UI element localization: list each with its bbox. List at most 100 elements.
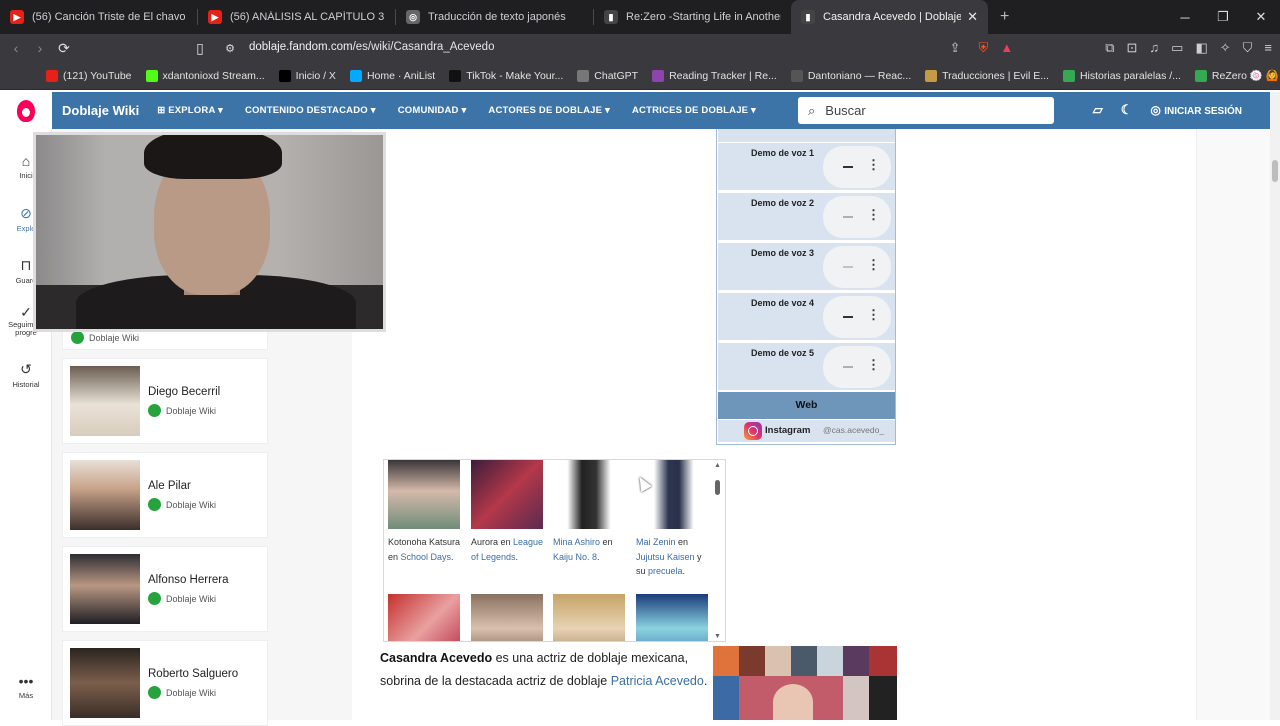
bookmark-item[interactable]: TikTok - Make Your... <box>449 69 563 82</box>
more-bookmarks-icon[interactable]: » <box>1249 68 1256 82</box>
gallery-image[interactable] <box>388 460 460 529</box>
forward-icon[interactable]: › <box>28 40 52 56</box>
recommendation-card[interactable]: Diego Becerril Doblaje Wiki <box>62 358 268 444</box>
nav-contenido-destacado[interactable]: CONTENIDO DESTACADO ▾ <box>245 105 376 116</box>
browser-tab[interactable]: ▶ (56) ANÁLISIS AL CAPÍTULO 3 DE LA <box>198 0 395 34</box>
audio-player[interactable]: ⋮ <box>823 196 891 238</box>
profile-collage-image[interactable] <box>713 646 897 720</box>
gallery-image[interactable] <box>553 594 625 641</box>
dark-mode-icon[interactable]: ☾ <box>1121 102 1133 118</box>
restore-icon[interactable]: ❐ <box>1204 0 1242 34</box>
browser-tab[interactable]: ▮ Re:Zero -Starting Life in Another Wor <box>594 0 791 34</box>
bookmark-item[interactable]: Traducciones | Evil E... <box>925 69 1049 82</box>
caption-link[interactable]: Jujutsu Kaisen <box>636 552 695 562</box>
caption-link[interactable]: Kaiju No. 8 <box>553 552 597 562</box>
search-input[interactable]: ⌕ Buscar <box>798 97 1054 124</box>
rail-more[interactable]: ••• Más <box>0 673 52 700</box>
recommendation-card[interactable]: Alfonso Herrera Doblaje Wiki <box>62 546 268 632</box>
gallery-image[interactable] <box>636 460 708 529</box>
caption-link[interactable]: Mai Zenin <box>636 537 676 547</box>
infobox-instagram-row[interactable]: Instagram @cas.acevedo_ <box>718 420 895 442</box>
sidebar-icon[interactable]: ◧ <box>1195 40 1207 56</box>
gallery-item[interactable]: Mina Ashiro en Kaiju No. 8. <box>553 460 627 564</box>
screenshot-icon[interactable]: ⊡ <box>1126 40 1137 56</box>
gallery-scroll-thumb[interactable] <box>715 480 720 495</box>
gallery-image[interactable] <box>553 460 625 529</box>
close-window-icon[interactable]: ✕ <box>1242 0 1280 34</box>
audio-player[interactable]: ⋮ <box>823 296 891 338</box>
gallery-item[interactable] <box>553 594 627 641</box>
music-icon[interactable]: ♫ <box>1149 40 1159 56</box>
brave-shield-icon[interactable]: ⛨ <box>979 40 989 56</box>
audio-options-icon[interactable]: ⋮ <box>867 357 880 373</box>
bookmark-item[interactable]: ReZero 🍥 🙆 - Go... <box>1194 69 1280 82</box>
gallery-item[interactable] <box>388 594 462 641</box>
scroll-down-icon[interactable]: ▼ <box>714 633 721 640</box>
vpn-icon[interactable]: ⛉ <box>1243 40 1253 56</box>
audio-player[interactable]: ⋮ <box>823 346 891 388</box>
audio-options-icon[interactable]: ⋮ <box>867 307 880 323</box>
browser-tab[interactable]: ◎ Traducción de texto japonés <box>396 0 593 34</box>
extensions-icon[interactable]: ⧉ <box>1105 40 1114 56</box>
brave-rewards-icon[interactable]: ▲ <box>1000 40 1013 56</box>
gallery-item[interactable] <box>471 594 545 641</box>
patricia-acevedo-link[interactable]: Patricia Acevedo <box>611 674 704 688</box>
wallet-icon[interactable]: ▭ <box>1171 40 1183 56</box>
gallery-item[interactable]: Kotonoha Katsura en School Days. <box>388 460 462 564</box>
gallery-image[interactable] <box>388 594 460 641</box>
rail-history[interactable]: ↺ Historial <box>0 361 52 389</box>
gallery-image[interactable] <box>471 594 543 641</box>
audio-player[interactable]: ⋮ <box>823 246 891 288</box>
recommendation-card[interactable]: Ale Pilar Doblaje Wiki <box>62 452 268 538</box>
audio-progress-bar[interactable] <box>843 366 853 368</box>
page-scroll-thumb[interactable] <box>1272 160 1278 182</box>
gallery-item[interactable]: Aurora en League of Legends. <box>471 460 545 564</box>
audio-progress-bar[interactable] <box>843 166 853 168</box>
nav-actores[interactable]: ACTORES DE DOBLAJE ▾ <box>488 105 610 116</box>
bookmark-page-icon[interactable]: ▯ <box>188 40 212 57</box>
new-tab-button[interactable]: + <box>1000 8 1009 26</box>
reload-icon[interactable]: ⟳ <box>52 40 76 57</box>
recommendation-card[interactable]: Roberto Salguero Doblaje Wiki <box>62 640 268 726</box>
instagram-handle[interactable]: @cas.acevedo_ <box>823 425 884 435</box>
close-tab-icon[interactable]: ✕ <box>967 9 978 25</box>
nav-comunidad[interactable]: COMUNIDAD ▾ <box>398 105 467 116</box>
bookmark-item[interactable]: Dantoniano — Reac... <box>790 69 911 82</box>
minimize-icon[interactable]: ─ <box>1166 0 1204 34</box>
audio-progress-bar[interactable] <box>843 316 853 318</box>
bookmark-item[interactable]: (121) YouTube <box>46 69 132 82</box>
bookmark-item[interactable]: Home · AniList <box>349 69 435 82</box>
login-button[interactable]: ◎ INICIAR SESIÓN <box>1150 103 1242 117</box>
discussions-icon[interactable]: ▱ <box>1093 102 1103 118</box>
share-icon[interactable]: ⇪ <box>950 40 961 56</box>
gallery-scrollbar[interactable]: ▲ ▼ <box>713 462 723 640</box>
bookmark-item[interactable]: Inicio / X <box>278 69 336 82</box>
audio-player[interactable]: ⋮ <box>823 146 891 188</box>
audio-options-icon[interactable]: ⋮ <box>867 157 880 173</box>
page-scrollbar[interactable] <box>1270 92 1280 720</box>
gallery-image[interactable] <box>636 594 708 641</box>
menu-icon[interactable]: ≡ <box>1264 40 1272 56</box>
bookmark-item[interactable]: Historias paralelas /... <box>1062 69 1181 82</box>
browser-tab[interactable]: ▶ (56) Canción Triste de El chavo del 8 <box>0 0 197 34</box>
audio-options-icon[interactable]: ⋮ <box>867 207 880 223</box>
scroll-up-icon[interactable]: ▲ <box>714 462 721 469</box>
caption-link[interactable]: Mina Ashiro <box>553 537 600 547</box>
fandom-logo[interactable] <box>0 92 52 129</box>
back-icon[interactable]: ‹ <box>4 40 28 56</box>
bookmark-item[interactable]: ChatGPT <box>577 69 638 82</box>
caption-link[interactable]: precuela <box>648 566 683 576</box>
wiki-name[interactable]: Doblaje Wiki <box>62 103 139 118</box>
gallery-item[interactable] <box>636 594 710 641</box>
leo-icon[interactable]: ✧ <box>1220 40 1231 56</box>
audio-progress-bar[interactable] <box>843 266 853 268</box>
site-info-icon[interactable]: ⚙ <box>218 42 242 55</box>
nav-actrices[interactable]: ACTRICES DE DOBLAJE ▾ <box>632 105 756 116</box>
bookmark-item[interactable]: xdantonioxd Stream... <box>145 69 265 82</box>
caption-link[interactable]: School Days <box>401 552 452 562</box>
browser-tab[interactable]: ▮ Casandra Acevedo | Doblaje Wiki ✕ <box>791 0 988 34</box>
audio-options-icon[interactable]: ⋮ <box>867 257 880 273</box>
url-field[interactable]: doblaje.fandom.com/es/wiki/Casandra_Acev… <box>249 41 494 53</box>
audio-progress-bar[interactable] <box>843 216 853 218</box>
gallery-image[interactable] <box>471 460 543 529</box>
